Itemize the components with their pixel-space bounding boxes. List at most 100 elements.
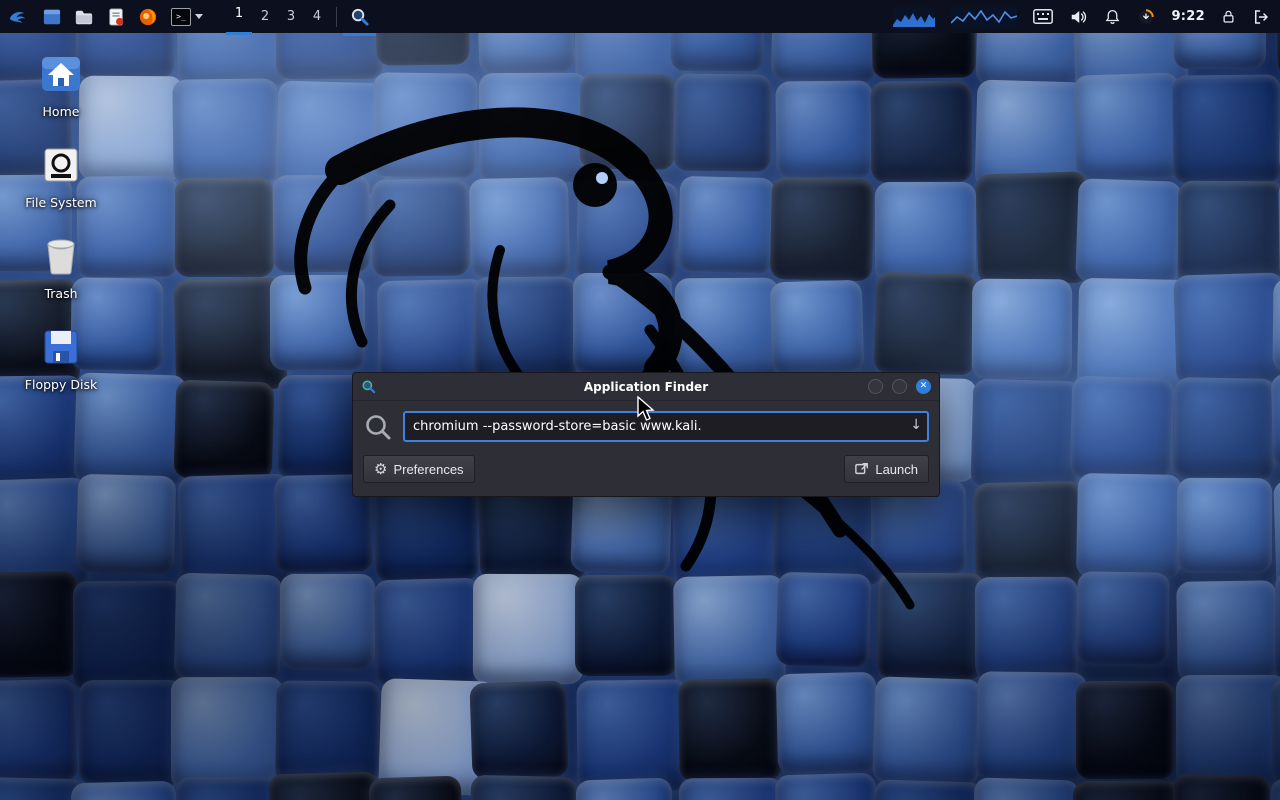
folder-launcher[interactable] bbox=[68, 0, 100, 33]
wallpaper-cube bbox=[268, 771, 380, 800]
wallpaper-cube bbox=[174, 573, 283, 682]
close-button[interactable]: ✕ bbox=[916, 379, 931, 394]
desktop-icon-label: Floppy Disk bbox=[25, 377, 97, 392]
maximize-button[interactable] bbox=[892, 379, 907, 394]
wallpaper-cube bbox=[270, 275, 365, 370]
wallpaper-cube bbox=[678, 678, 782, 782]
taskbar-application-finder[interactable] bbox=[343, 0, 376, 36]
wallpaper-cube bbox=[573, 273, 672, 372]
file-manager-launcher[interactable] bbox=[36, 0, 68, 33]
wallpaper-cube bbox=[0, 572, 78, 678]
workspace-1[interactable]: 1 bbox=[226, 0, 252, 35]
wallpaper-cube bbox=[1076, 571, 1170, 665]
kali-menu-button[interactable] bbox=[0, 0, 36, 33]
wallpaper-cube bbox=[975, 577, 1078, 680]
wallpaper-cube bbox=[79, 680, 184, 785]
lock-screen-icon[interactable] bbox=[1221, 8, 1236, 26]
wallpaper-cube bbox=[72, 580, 181, 689]
system-monitor-graph-icon[interactable] bbox=[893, 7, 935, 27]
panel-separator bbox=[336, 7, 337, 27]
wallpaper-cube bbox=[875, 182, 976, 283]
desktop-icon-list: Home File System Trash bbox=[18, 52, 104, 392]
top-panel: >_ 1 2 3 4 bbox=[0, 0, 1280, 33]
wallpaper-cube bbox=[576, 679, 689, 792]
wallpaper-cube bbox=[0, 375, 84, 490]
logout-icon[interactable] bbox=[1252, 8, 1270, 26]
desktop-icon-floppy[interactable]: Floppy Disk bbox=[18, 325, 104, 392]
desktop-icon-home[interactable]: Home bbox=[18, 52, 104, 119]
network-graph-icon[interactable] bbox=[951, 7, 1017, 27]
clock[interactable]: 9:22 bbox=[1171, 9, 1205, 24]
wallpaper-cube bbox=[0, 678, 78, 782]
drive-icon bbox=[39, 143, 83, 187]
wallpaper-cube bbox=[1274, 572, 1280, 684]
wallpaper-cube bbox=[174, 379, 275, 480]
wallpaper-cube bbox=[974, 480, 1086, 592]
wallpaper-cube bbox=[878, 572, 985, 679]
wallpaper-cube bbox=[469, 775, 577, 800]
updates-icon[interactable] bbox=[1137, 8, 1155, 26]
wallpaper-cube bbox=[172, 79, 279, 186]
titlebar[interactable]: Application Finder ✕ bbox=[353, 373, 939, 401]
wallpaper-cube bbox=[71, 781, 178, 800]
preferences-button[interactable]: ⚙ Preferences bbox=[363, 455, 475, 483]
wallpaper-cube bbox=[575, 575, 677, 677]
wallpaper-cube bbox=[1176, 581, 1278, 683]
command-input[interactable] bbox=[403, 411, 929, 442]
terminal-icon: >_ bbox=[171, 8, 191, 26]
minimize-button[interactable] bbox=[868, 379, 883, 394]
terminal-dropdown-launcher[interactable]: >_ bbox=[164, 0, 210, 33]
wallpaper-cube bbox=[1076, 473, 1182, 579]
wallpaper-cube bbox=[372, 72, 477, 177]
text-editor-launcher[interactable] bbox=[100, 0, 132, 33]
wallpaper-cube bbox=[775, 773, 879, 800]
application-finder-window: Application Finder ✕ ↓ ⚙ Preferences bbox=[352, 372, 940, 497]
folder-icon bbox=[75, 8, 93, 26]
workspace-3[interactable]: 3 bbox=[278, 0, 304, 33]
wallpaper-cube bbox=[972, 279, 1073, 380]
wallpaper-cube bbox=[871, 780, 982, 800]
keyboard-indicator-icon[interactable] bbox=[1033, 9, 1053, 24]
trash-icon bbox=[39, 234, 83, 278]
desktop-icon-filesystem[interactable]: File System bbox=[18, 143, 104, 210]
wallpaper-cube bbox=[775, 571, 870, 666]
wallpaper-cube bbox=[770, 280, 865, 375]
wallpaper-cube bbox=[871, 80, 973, 182]
gear-icon: ⚙ bbox=[374, 462, 387, 477]
wallpaper-cube bbox=[770, 177, 874, 281]
desktop-icon-label: File System bbox=[25, 195, 97, 210]
volume-icon[interactable] bbox=[1069, 8, 1088, 26]
wallpaper-cube bbox=[1076, 681, 1174, 779]
wallpaper-cube bbox=[972, 777, 1081, 800]
wallpaper-cube bbox=[1174, 377, 1277, 480]
wallpaper-cube bbox=[371, 178, 469, 276]
system-tray: 9:22 bbox=[893, 7, 1280, 27]
wallpaper-cube bbox=[1073, 72, 1182, 181]
wallpaper-cube bbox=[776, 671, 879, 774]
workspace-4[interactable]: 4 bbox=[304, 0, 330, 33]
wallpaper-cube bbox=[1172, 74, 1280, 183]
wallpaper-cube bbox=[678, 778, 784, 800]
workspace-2[interactable]: 2 bbox=[252, 0, 278, 33]
wallpaper-cube bbox=[474, 277, 578, 381]
wallpaper-cube bbox=[1270, 372, 1280, 467]
launch-button[interactable]: Launch bbox=[844, 455, 929, 483]
application-finder-icon bbox=[350, 7, 369, 26]
search-icon bbox=[363, 412, 393, 442]
wallpaper-cube bbox=[674, 73, 772, 171]
wallpaper-cube bbox=[1178, 180, 1280, 287]
wallpaper-cube bbox=[374, 577, 482, 685]
notifications-bell-icon[interactable] bbox=[1104, 8, 1121, 26]
wallpaper-cube bbox=[1170, 774, 1270, 800]
text-editor-icon bbox=[107, 8, 125, 26]
wallpaper-cube bbox=[673, 575, 786, 688]
desktop-icon-label: Trash bbox=[44, 286, 77, 301]
wallpaper-cube bbox=[579, 73, 675, 169]
wallpaper-cube bbox=[273, 174, 371, 272]
window-icon bbox=[361, 379, 376, 394]
launch-label: Launch bbox=[875, 462, 918, 477]
wallpaper-cube bbox=[976, 171, 1090, 285]
wallpaper-cube bbox=[469, 680, 568, 779]
firefox-launcher[interactable] bbox=[132, 0, 164, 33]
desktop-icon-trash[interactable]: Trash bbox=[18, 234, 104, 301]
